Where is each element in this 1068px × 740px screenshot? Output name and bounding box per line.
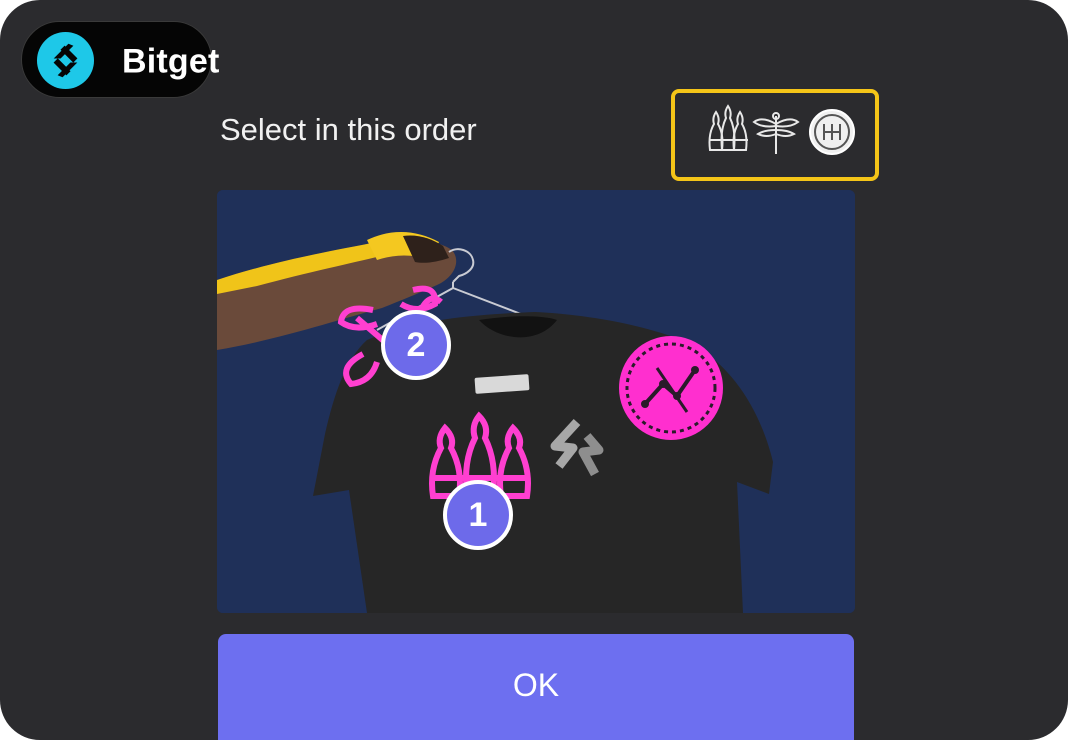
brand-name: Bitget bbox=[122, 42, 220, 81]
brand-logo-pill: Bitget bbox=[21, 21, 219, 98]
selection-badge-1[interactable]: 1 bbox=[443, 480, 513, 550]
bowling-pins-icon bbox=[708, 104, 748, 151]
circuit-button-icon bbox=[809, 109, 855, 155]
ok-button[interactable]: OK bbox=[218, 634, 854, 740]
captcha-image[interactable]: 1 2 bbox=[217, 190, 855, 613]
order-icon-strip bbox=[708, 104, 855, 155]
captcha-dialog: Bitget Select in this order 1 2 OK bbox=[0, 0, 1068, 740]
circuit-button-target[interactable] bbox=[619, 336, 723, 440]
captcha-prompt: Select in this order bbox=[220, 112, 477, 147]
bitget-logo-icon bbox=[36, 31, 95, 90]
selection-badge-2[interactable]: 2 bbox=[381, 310, 451, 380]
dragonfly-icon bbox=[752, 112, 800, 154]
captcha-scene bbox=[217, 190, 855, 613]
